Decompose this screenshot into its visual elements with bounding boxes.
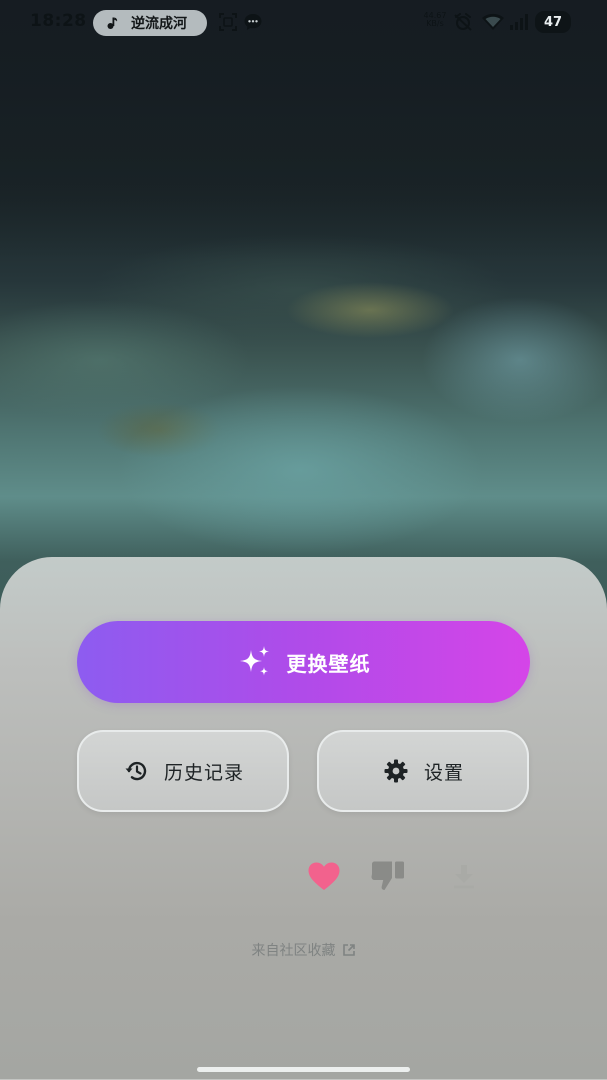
settings-button[interactable]: 设置	[317, 730, 529, 812]
alarm-off-icon	[453, 13, 473, 35]
now-playing-title: 逆流成河	[131, 16, 187, 32]
history-button[interactable]: 历史记录	[77, 730, 289, 812]
thumbs-down-icon[interactable]	[368, 856, 408, 896]
message-icon	[243, 12, 263, 36]
gear-icon	[382, 757, 410, 785]
now-playing-pill[interactable]: 逆流成河	[93, 10, 207, 36]
sparkle-icon	[239, 646, 269, 676]
battery-level: 47	[535, 11, 571, 33]
history-label: 历史记录	[163, 761, 244, 784]
change-wallpaper-label: 更换壁纸	[286, 651, 371, 676]
status-time: 18:28	[30, 11, 87, 31]
heart-icon[interactable]	[304, 856, 344, 896]
external-link-icon	[342, 944, 355, 956]
signal-icon	[509, 13, 529, 35]
wallpaper-action-sheet: 更换壁纸 历史记录 设置 来自社区收藏	[0, 557, 607, 1080]
history-icon	[122, 757, 150, 785]
source-text: 来自社区收藏	[251, 943, 336, 959]
settings-label: 设置	[423, 761, 464, 784]
network-speed: 44.67 KB/s	[423, 12, 447, 28]
wifi-icon	[481, 13, 505, 35]
home-indicator[interactable]	[197, 1067, 410, 1072]
change-wallpaper-button[interactable]: 更换壁纸	[77, 621, 530, 703]
download-icon[interactable]	[444, 856, 484, 896]
source-link[interactable]: 来自社区收藏	[0, 940, 607, 960]
music-note-icon	[105, 15, 121, 31]
scan-icon	[218, 12, 238, 36]
network-speed-unit: KB/s	[426, 19, 444, 28]
status-bar: 18:28 逆流成河 44.67 KB/s 47	[0, 0, 607, 46]
